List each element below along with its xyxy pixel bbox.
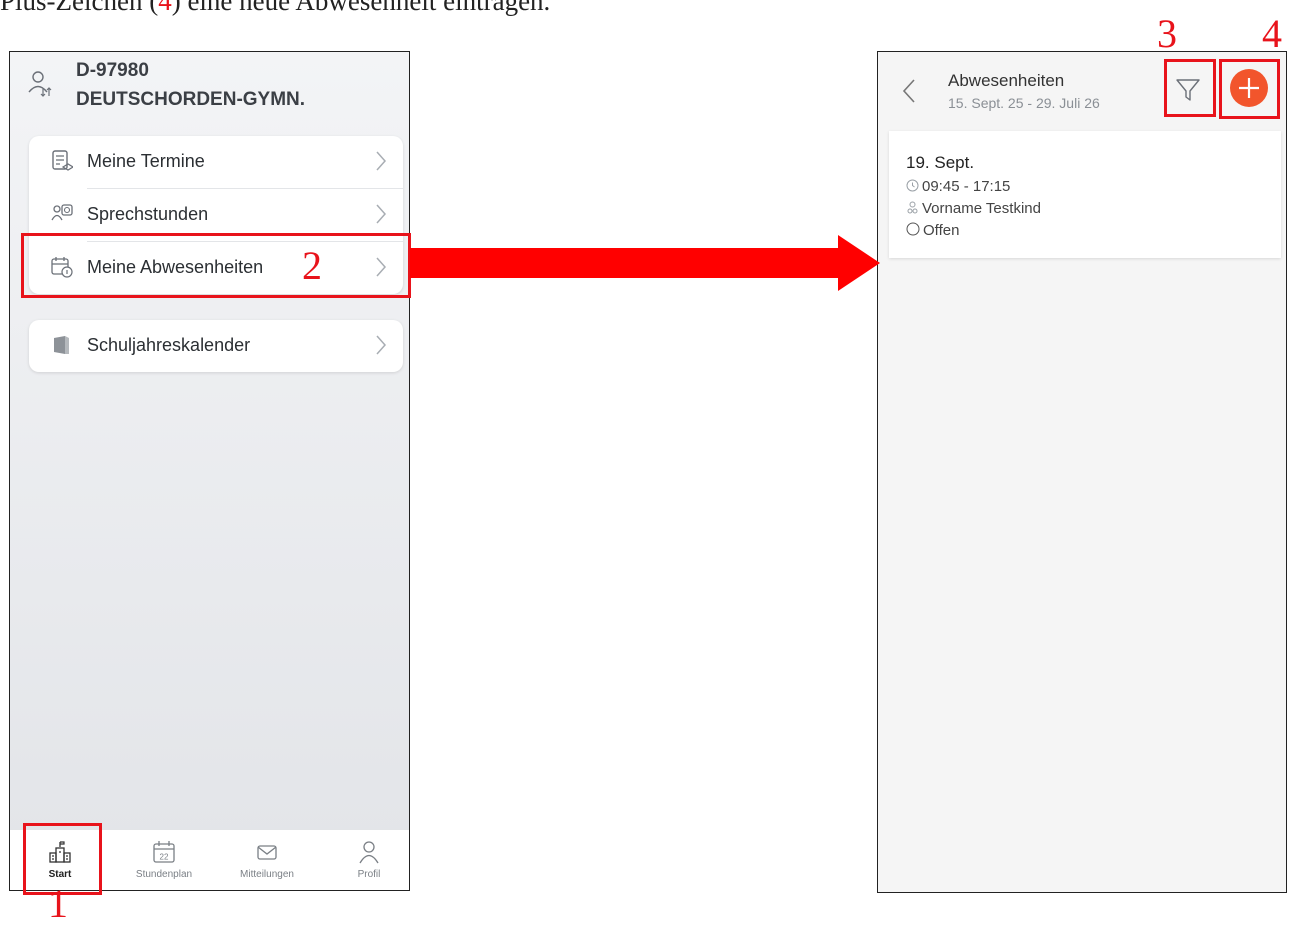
menu-item-meine-termine[interactable]: Meine Termine [29,136,403,188]
calendar-card: Schuljahreskalender [29,320,403,372]
entry-status-row: Offen [906,222,959,239]
arrow-head [838,235,880,291]
child-icon [907,201,918,214]
clock-icon [906,179,919,192]
tab-label: Stundenplan [135,869,193,880]
consultation-icon [51,203,73,225]
calendar-day-number: 22 [160,853,169,862]
entry-time-row: 09:45 - 17:15 [906,178,1010,195]
school-name: DEUTSCHORDEN-GYMN. [76,89,306,110]
book-icon [51,334,73,356]
menu-item-label: Schuljahreskalender [87,335,251,355]
highlight-filter [1164,59,1216,117]
date-range: 15. Sept. 25 - 29. Juli 26 [948,95,1100,111]
school-code: D-97980 [76,60,149,81]
entry-date: 19. Sept. [906,153,975,172]
back-chevron-icon[interactable] [902,78,916,109]
caption-number: 4 [158,0,172,16]
tab-mitteilungen[interactable]: Mitteilungen [227,830,307,890]
annotation-number-4: 4 [1262,11,1282,56]
left-screen: D-97980 DEUTSCHORDEN-GYMN. Meine Termine… [9,51,410,891]
tab-label: Profil [357,869,381,880]
school-switcher[interactable]: D-97980 DEUTSCHORDEN-GYMN. [24,58,394,118]
annotation-number-1: 1 [48,881,68,926]
mail-icon [255,840,279,864]
entry-child-row: Vorname Testkind [906,200,1041,217]
arrow-shaft [410,248,840,278]
highlight-add [1219,59,1280,119]
person-icon [357,840,381,864]
menu-item-schuljahreskalender[interactable]: Schuljahreskalender [29,320,403,372]
entry-status: Offen [923,222,960,239]
highlight-abwesenheiten [21,233,411,298]
instruction-caption: Plus-Zeichen (4) eine neue Abwesenheit e… [0,0,550,17]
tab-label: Mitteilungen [240,869,294,880]
tab-profil[interactable]: Profil [329,830,409,890]
chevron-right-icon [375,150,387,177]
switch-user-icon [28,70,54,103]
right-screen: Abwesenheiten 15. Sept. 25 - 29. Juli 26… [877,51,1287,893]
status-circle-icon [906,222,920,236]
annotation-number-2: 2 [302,243,322,288]
calendar-icon: 22 [152,840,176,864]
appointments-icon [51,150,75,172]
menu-item-label: Sprechstunden [87,204,209,224]
chevron-right-icon [375,334,387,361]
chevron-right-icon [375,203,387,230]
tab-stundenplan[interactable]: 22 Stundenplan [124,830,204,890]
annotation-number-3: 3 [1157,11,1177,56]
page-title: Abwesenheiten [948,71,1065,90]
entry-time: 09:45 - 17:15 [922,178,1011,195]
entry-child: Vorname Testkind [922,200,1041,217]
menu-item-label: Meine Termine [87,151,205,171]
absence-entry-card[interactable]: 19. Sept. 09:45 - 17:15 Vorname Testkind… [889,131,1281,258]
